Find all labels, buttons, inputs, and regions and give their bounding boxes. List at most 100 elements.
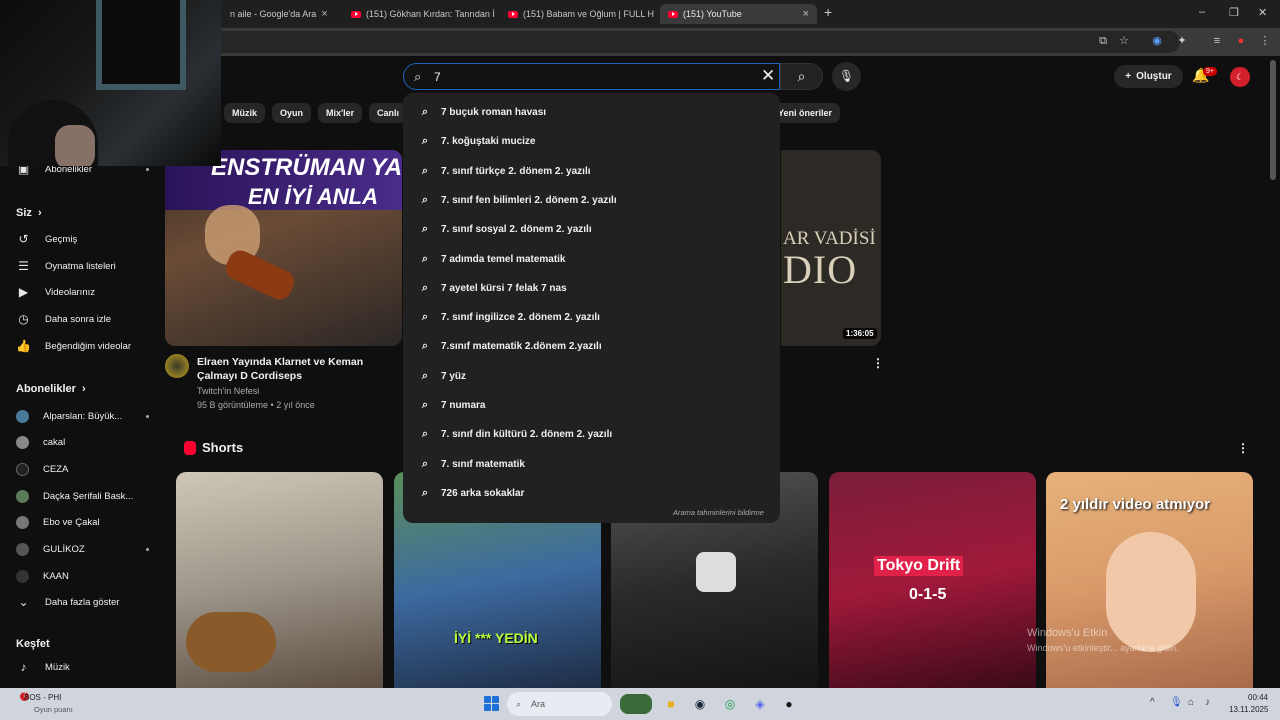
weather-widget-title[interactable]: BOS - PHI <box>24 693 61 702</box>
chip-games[interactable]: Oyun <box>272 103 312 123</box>
create-button[interactable]: + Oluştur <box>1114 65 1183 88</box>
search-suggestion[interactable]: ⌕ 7. sınıf fen bilimleri 2. dönem 2. yazı… <box>419 191 617 209</box>
suggestion-text: 726 arka sokaklar <box>441 487 525 499</box>
sidebar-channel-kaan[interactable]: KAAN <box>16 567 69 585</box>
sidebar-channel-gulikoz[interactable]: GULİKOZ <box>16 540 149 558</box>
search-input[interactable] <box>403 63 780 90</box>
file-explorer-icon[interactable]: ■ <box>661 694 681 714</box>
search-query[interactable]: 7 <box>434 70 441 84</box>
search-suggestion[interactable]: ⌕ 7 ayetel kürsi 7 felak 7 nas <box>419 279 567 297</box>
webcam-face <box>55 125 95 166</box>
short-thumbnail[interactable]: Tokyo Drift 0-1-5 <box>829 472 1036 688</box>
sidebar-channel-cakal[interactable]: cakal <box>16 433 65 451</box>
chip-mixes[interactable]: Mix'ler <box>318 103 363 123</box>
sidebar-item-watch-later[interactable]: ◷ Daha sonra izle <box>16 310 111 328</box>
app-icon[interactable]: ● <box>779 694 799 714</box>
sidebar-item-history[interactable]: ↺ Geçmiş <box>16 230 77 248</box>
chip-music[interactable]: Müzik <box>224 103 266 123</box>
search-suggestion[interactable]: ⌕ 7 yüz <box>419 367 466 385</box>
voice-search-icon[interactable]: 🎙 <box>832 62 861 91</box>
search-suggestion[interactable]: ⌕ 7. sınıf sosyal 2. dönem 2. yazılı <box>419 220 592 238</box>
install-app-icon[interactable]: ⧉ <box>1096 34 1110 48</box>
widget-app-icon[interactable] <box>620 694 652 714</box>
violin-shape <box>221 246 299 304</box>
video-thumbnail[interactable]: ENSTRÜMAN YA EN İYİ ANLA <box>165 150 402 346</box>
browser-menu-icon[interactable]: ⋮ <box>1258 34 1272 48</box>
search-button[interactable]: ⌕ <box>780 63 823 90</box>
short-thumbnail[interactable]: 2 yıldır video atmıyor <box>1046 472 1253 688</box>
search-suggestion[interactable]: ⌕ 7. sınıf ingilizce 2. dönem 2. yazılı <box>419 308 600 326</box>
sidebar-channel-alparslan[interactable]: Alparslan: Büyük... <box>16 407 149 425</box>
search-icon: ⌕ <box>421 310 429 323</box>
sidebar-subscriptions-heading[interactable]: Abonelikler › <box>16 383 86 395</box>
volume-icon[interactable]: ♪ <box>1205 697 1210 708</box>
window-close-icon[interactable]: ✕ <box>1258 6 1267 19</box>
tab-youtube[interactable]: (151) YouTube × <box>660 4 817 24</box>
channel-name: KAAN <box>43 570 69 582</box>
page-scrollbar[interactable] <box>1270 60 1276 180</box>
sidebar-item-music[interactable]: ♪ Müzik <box>16 658 70 676</box>
tab-babam-ve-oglum[interactable]: (151) Babam ve Oğlum | FULL H × <box>500 4 658 24</box>
sidebar-item-your-videos[interactable]: ▶ Videolarınız <box>16 283 95 301</box>
tab-search-icon[interactable]: ≡ <box>1210 34 1224 48</box>
sidebar-item-label: Müzik <box>45 661 70 673</box>
video-title[interactable]: Elraen Yayında Klarnet ve Keman Çalmayı … <box>197 355 405 383</box>
new-tab-button[interactable]: + <box>824 4 832 20</box>
close-icon[interactable]: × <box>803 8 809 20</box>
start-button[interactable] <box>484 696 499 711</box>
channel-avatar[interactable] <box>165 354 189 378</box>
search-suggestion[interactable]: ⌕ 7. sınıf din kültürü 2. dönem 2. yazılı <box>419 425 612 443</box>
taskbar-date[interactable]: 13.11.2025 <box>1229 705 1268 714</box>
account-avatar[interactable]: ☾ <box>1230 67 1250 87</box>
sidebar-channel-ceza[interactable]: CEZA <box>16 460 68 478</box>
sidebar-channel-dacka[interactable]: Daçka Şerifali Bask... <box>16 487 133 505</box>
sidebar-show-more[interactable]: ⌄ Daha fazla göster <box>16 593 119 611</box>
more-options-icon[interactable]: ⋮ <box>872 356 884 370</box>
video-thumbnail[interactable]: AR VADİSİ DIO <box>781 150 881 346</box>
search-suggestion[interactable]: ⌕ 7 buçuk roman havası <box>419 103 546 121</box>
tab-google-search[interactable]: n aile - Google'da Ara × <box>222 4 342 24</box>
chip-live[interactable]: Canlı <box>369 103 408 123</box>
short-thumbnail[interactable] <box>176 472 383 688</box>
search-icon: ⌕ <box>414 69 422 84</box>
more-options-icon[interactable]: ⋮ <box>1237 441 1249 455</box>
restore-icon[interactable]: ❐ <box>1229 6 1239 19</box>
steam-icon[interactable]: ◉ <box>690 694 710 714</box>
extension-icon[interactable]: ◉ <box>1150 34 1164 48</box>
sidebar-item-liked-videos[interactable]: 👍 Beğendiğim videolar <box>16 337 131 355</box>
close-icon[interactable]: × <box>321 8 327 20</box>
sidebar-you-heading[interactable]: Siz › <box>16 207 42 219</box>
chip-new-recommendations[interactable]: Yeni öneriler <box>770 103 841 123</box>
suggestion-text: 7 numara <box>441 399 486 411</box>
taskbar-search[interactable]: ⌕ Ara <box>507 692 612 716</box>
tray-mic-icon[interactable]: 🎙 <box>1170 697 1183 708</box>
channel-name: CEZA <box>43 463 69 475</box>
minimize-icon[interactable]: – <box>1199 6 1205 18</box>
youtube-icon <box>668 10 678 18</box>
report-predictions-link[interactable]: Arama tahminlerini bildirme <box>673 508 764 517</box>
clear-search-icon[interactable]: ✕ <box>761 66 775 86</box>
taskbar-time[interactable]: 00:44 <box>1248 693 1268 702</box>
tab-gokhan-kirdan[interactable]: (151) Gökhan Kırdan: Tanrıdan İ <box>343 4 498 24</box>
discord-icon[interactable]: ◈ <box>750 694 770 714</box>
network-icon[interactable]: ⌂ <box>1188 697 1194 708</box>
search-suggestion[interactable]: ⌕ 7 numara <box>419 396 486 414</box>
sidebar-item-playlists[interactable]: ☰ Oynatma listeleri <box>16 257 116 275</box>
search-suggestion[interactable]: ⌕ 7.sınıf matematik 2.dönem 2.yazılı <box>419 337 602 355</box>
address-bar[interactable] <box>180 31 1180 53</box>
search-suggestion[interactable]: ⌕ 7. sınıf matematik <box>419 455 525 473</box>
shorts-heading: Shorts <box>184 440 243 455</box>
bookmark-star-icon[interactable]: ☆ <box>1117 34 1131 48</box>
extensions-puzzle-icon[interactable]: ✦ <box>1175 34 1189 48</box>
chrome-icon[interactable]: ◎ <box>720 694 740 714</box>
profile-icon[interactable]: ● <box>1234 34 1248 48</box>
search-suggestion[interactable]: ⌕ 726 arka sokaklar <box>419 484 525 502</box>
sidebar-channel-ebo-ve-cakal[interactable]: Ebo ve Çakal <box>16 513 100 531</box>
history-icon: ↺ <box>18 232 29 246</box>
tray-chevron-up-icon[interactable]: ^ <box>1150 697 1155 708</box>
search-suggestion[interactable]: ⌕ 7. koğuştaki mucize <box>419 132 536 150</box>
search-suggestion[interactable]: ⌕ 7. sınıf türkçe 2. dönem 2. yazılı <box>419 162 591 180</box>
search-suggestion[interactable]: ⌕ 7 adımda temel matematik <box>419 250 566 268</box>
video-channel-name[interactable]: Twitch'in Nefesi <box>197 386 259 396</box>
saz-instrument-shape <box>186 612 276 672</box>
